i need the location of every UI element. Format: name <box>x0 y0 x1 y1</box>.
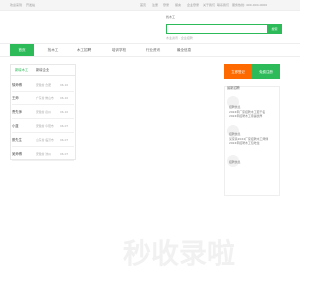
list-item[interactable]: 小蓝 安徽省 阜阳市 06-07 <box>12 121 74 133</box>
nav-item-training[interactable]: 培训学校 <box>102 44 136 56</box>
nav-item-carpenter-jobs[interactable]: 木工招聘 <box>67 44 101 56</box>
list-item-date: 06-07 <box>60 152 69 156</box>
welcome-text: 欢迎来到 <box>10 3 23 7</box>
list-item-date: 06-10 <box>60 96 69 100</box>
list-item-location: 安徽省 阜阳市 <box>36 124 54 128</box>
nav-item-home[interactable]: 首页 <box>10 44 34 56</box>
side-job-item-title: 招聘信息 <box>229 160 241 164</box>
nav-item-news[interactable]: 行业资讯 <box>136 44 170 56</box>
top-link-about[interactable]: 关于我们 <box>203 4 215 7</box>
list-item-name: 蔡先生 <box>12 138 22 142</box>
tab-new-companies[interactable]: 新增企业 <box>36 68 49 72</box>
list-item-location: 广东省 佛山市 <box>36 96 54 100</box>
nav-item-find-carpenter[interactable]: 找木工 <box>40 44 66 56</box>
search-button[interactable]: 搜索 <box>267 24 282 34</box>
list-item-date: 06-10 <box>60 83 69 87</box>
side-job-item[interactable]: 招聘信息 2024年厂家招聘木工若干名 2024年招聘木工待遇优厚 <box>227 96 277 117</box>
tab-new-carpenters[interactable]: 新增木工 <box>15 68 28 72</box>
list-item-name: 曹先师 <box>12 110 22 114</box>
search-label: 找木工 <box>166 15 176 19</box>
register-now-button[interactable]: 立即登记 <box>224 64 252 79</box>
free-signup-button[interactable]: 免费注册 <box>252 64 280 79</box>
watermark-text: 秒收录啦 <box>123 237 236 270</box>
top-link-message[interactable]: 留言 <box>175 4 181 7</box>
list-item-name: 小蓝 <box>12 124 19 128</box>
search-hint: 木业资讯 · 企业招聘 <box>166 36 193 40</box>
list-item[interactable]: 曹先师 安徽省 宿州 06-10 <box>12 107 74 119</box>
list-item-location: 山东省 临沂市 <box>36 138 54 142</box>
top-hotline: 服务热线: 400-000-0000 <box>232 3 268 7</box>
nav-item-latest-info[interactable]: 最全信息 <box>167 44 201 56</box>
top-link-register[interactable]: 注册 <box>152 4 158 7</box>
side-job-item-title: 招聘信息 <box>229 132 241 136</box>
list-item[interactable]: 蔡先生 山东省 临沂市 06-07 <box>12 135 74 147</box>
side-job-item-line: 2024年招聘木工待遇优厚 <box>229 114 263 118</box>
list-item[interactable]: 吴师傅 安徽省 池州 06-07 <box>12 149 74 161</box>
search-input[interactable] <box>166 24 282 34</box>
list-item-date: 06-07 <box>60 138 69 142</box>
list-item[interactable]: 徐师傅 安徽省 合肥 06-10 <box>12 80 74 92</box>
list-item-name: 王师 <box>12 96 19 100</box>
list-item-location: 安徽省 池州 <box>36 152 51 156</box>
side-job-item-line: 2024年招聘木工包吃住 <box>229 141 260 145</box>
top-link-login[interactable]: 登录 <box>163 4 169 7</box>
list-item-date: 06-10 <box>60 110 69 114</box>
side-job-item[interactable]: 招聘信息 <box>227 155 277 173</box>
list-item-location: 安徽省 合肥 <box>36 83 51 87</box>
list-item[interactable]: 王师 广东省 佛山市 06-10 <box>12 93 74 105</box>
side-jobs-title: 最新招聘 <box>227 86 240 90</box>
top-link-home[interactable]: 首页 <box>140 4 146 7</box>
side-job-item[interactable]: 招聘信息 某家具2024厂家招聘木工师傅 2024年招聘木工包吃住 <box>227 125 277 145</box>
list-item-name: 徐师傅 <box>12 83 22 87</box>
list-item-date: 06-07 <box>60 124 69 128</box>
side-job-item-title: 招聘信息 <box>229 105 241 109</box>
top-link-company-login[interactable]: 企业登录 <box>187 4 199 7</box>
top-link-contact[interactable]: 联系我们 <box>217 4 229 7</box>
list-item-location: 安徽省 宿州 <box>36 110 51 114</box>
list-item-name: 吴师傅 <box>12 152 22 156</box>
top-bar: 欢迎来到 开发站 首页 注册 登录 留言 企业登录 关于我们 联系我们 服务热线… <box>0 0 300 11</box>
welcome-site: 开发站 <box>26 3 36 7</box>
